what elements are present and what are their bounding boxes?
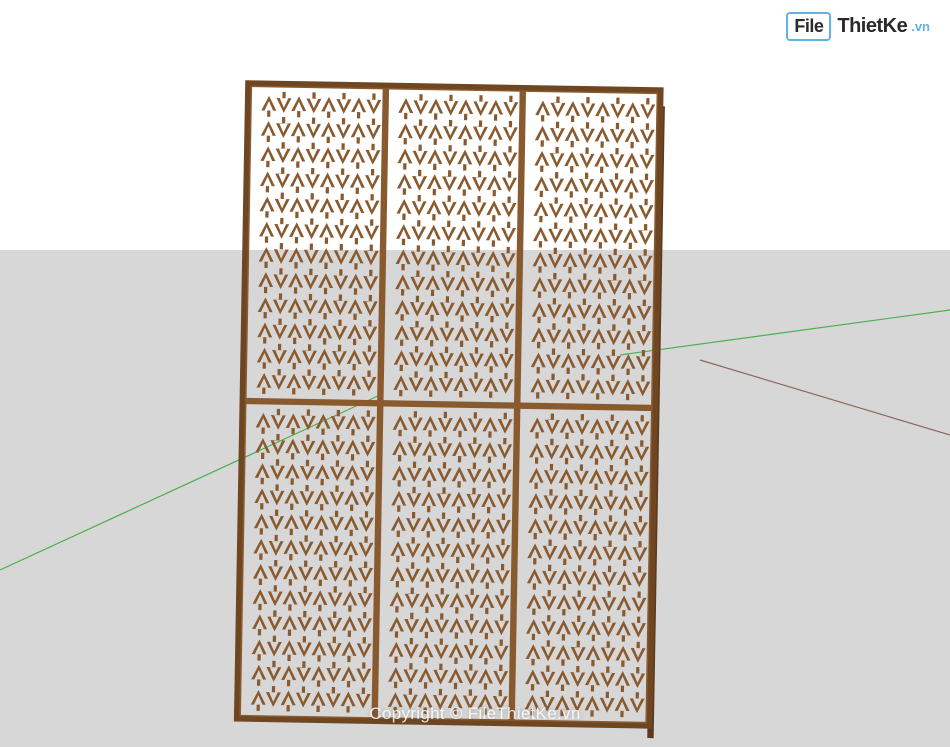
site-logo: File ThietKe .vn <box>786 12 930 41</box>
logo-boxed-text: File <box>786 12 831 41</box>
copyright-watermark: Copyright © FileThietKe.vn <box>369 704 580 724</box>
viewport-3d[interactable]: File ThietKe .vn Copyright © FileThietKe… <box>0 0 950 747</box>
logo-suffix: .vn <box>911 19 930 34</box>
screen-panels-group <box>236 83 665 738</box>
lattice-screen-model[interactable] <box>0 0 950 747</box>
logo-main-text: ThietKe <box>837 15 907 38</box>
